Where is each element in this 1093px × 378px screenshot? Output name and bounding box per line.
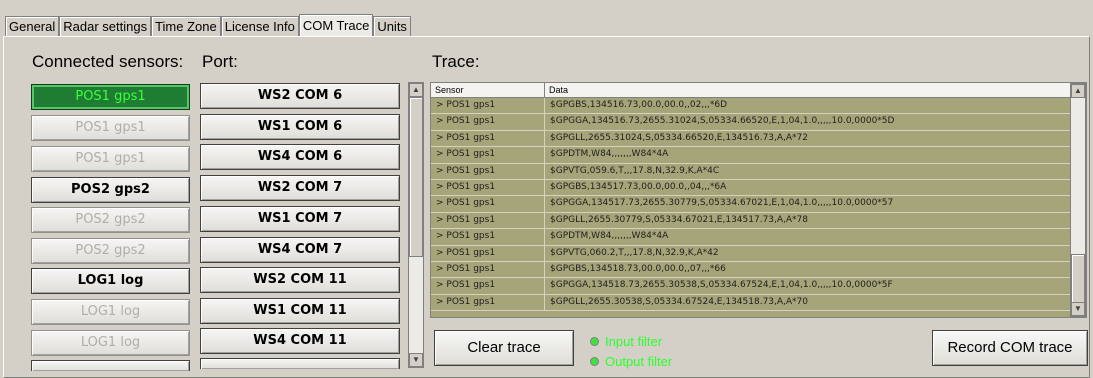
table-row[interactable]: > POS1 gps1 $GPGLL,2655.31024,S,05334.665… xyxy=(431,130,1086,148)
column-header-sensor: Sensor xyxy=(431,83,545,97)
sensor-button[interactable]: POS1 gps1 xyxy=(31,115,190,141)
cell-sensor: > POS1 gps1 xyxy=(431,98,545,114)
cell-data: $GPDTM,W84,,,,,,,W84*4A xyxy=(545,147,1072,163)
port-button[interactable]: WS2 COM 11 xyxy=(200,267,400,293)
cell-sensor: > POS1 gps1 xyxy=(431,163,545,179)
tab-bar: General Radar settings Time Zone License… xyxy=(5,14,411,37)
table-row[interactable]: > POS1 gps1 $GPVTG,059.6,T,,,17.8,N,32.9,… xyxy=(431,163,1086,180)
cell-data: $GPGGA,134518.73,2655.30538,S,05334.6752… xyxy=(545,278,1072,294)
column-header-data: Data xyxy=(545,83,1072,97)
table-row[interactable]: > POS1 gps1 $GPDTM,W84,,,,,,,W84*4A xyxy=(431,229,1086,246)
record-com-trace-button[interactable]: Record COM trace xyxy=(932,330,1088,366)
tab-com-trace[interactable]: COM Trace xyxy=(298,14,374,37)
output-filter-label: Output filter xyxy=(605,354,673,369)
table-row[interactable]: > POS1 gps1 $GPGLL,2655.30538,S,05334.675… xyxy=(431,294,1086,312)
cell-data: $GPGGA,134517.73,2655.30779,S,05334.6702… xyxy=(545,196,1072,212)
cell-sensor: > POS1 gps1 xyxy=(431,212,545,229)
trace-table-header: Sensor Data xyxy=(431,83,1086,98)
clear-trace-button[interactable]: Clear trace xyxy=(434,330,574,366)
port-heading: Port: xyxy=(202,52,238,71)
cell-data: $GPGGA,134516.73,2655.31024,S,05334.6652… xyxy=(545,114,1072,130)
port-button[interactable]: WS4 COM 6 xyxy=(200,144,400,170)
table-row[interactable]: > POS1 gps1 $GPGGA,134516.73,2655.31024,S… xyxy=(431,114,1086,131)
table-row[interactable]: > POS1 gps1 $GPGBS,134517.73,00.0,00.0,,0… xyxy=(431,179,1086,197)
sensor-button[interactable]: POS2 gps2 xyxy=(31,177,190,203)
sensor-button[interactable]: LOG1 log xyxy=(31,330,190,356)
tab-units[interactable]: Units xyxy=(373,16,411,37)
cell-data: $GPGLL,2655.30538,S,05334.67524,E,134518… xyxy=(545,294,1072,311)
tab-time-zone[interactable]: Time Zone xyxy=(151,16,221,37)
cell-sensor: > POS1 gps1 xyxy=(431,147,545,163)
cell-data: $GPGBS,134517.73,00.0,00.0,,04,,,*6A xyxy=(545,179,1072,196)
cell-sensor: > POS1 gps1 xyxy=(431,294,545,311)
radio-dot-icon xyxy=(590,337,599,346)
trace-heading: Trace: xyxy=(432,52,480,71)
input-filter-radio[interactable]: Input filter xyxy=(590,334,662,349)
sensor-list-scrollbar[interactable]: ▲ ▼ xyxy=(408,82,424,368)
table-row[interactable]: > POS1 gps1 $GPGLL,2655.30779,S,05334.670… xyxy=(431,212,1086,230)
trace-table-body: > POS1 gps1 $GPGBS,134516.73,00.0,00.0,,0… xyxy=(431,98,1086,312)
scroll-up-icon[interactable]: ▲ xyxy=(409,83,423,97)
cell-data: $GPGBS,134518.73,00.0,00.0,,07,,,*66 xyxy=(545,261,1072,278)
tab-general[interactable]: General xyxy=(5,16,60,37)
port-button-partial[interactable] xyxy=(200,358,400,369)
tab-radar-settings[interactable]: Radar settings xyxy=(59,16,152,37)
scroll-up-icon[interactable]: ▲ xyxy=(1071,84,1085,98)
cell-sensor: > POS1 gps1 xyxy=(431,179,545,196)
table-row[interactable]: > POS1 gps1 $GPGBS,134518.73,00.0,00.0,,0… xyxy=(431,261,1086,279)
sensor-button[interactable]: LOG1 log xyxy=(31,299,190,325)
scroll-down-icon[interactable]: ▼ xyxy=(409,353,423,367)
cell-sensor: > POS1 gps1 xyxy=(431,245,545,261)
connected-sensors-heading: Connected sensors: xyxy=(32,52,184,71)
port-button[interactable]: WS1 COM 11 xyxy=(200,298,400,324)
cell-sensor: > POS1 gps1 xyxy=(431,114,545,130)
scroll-thumb[interactable] xyxy=(409,97,423,257)
input-filter-label: Input filter xyxy=(605,334,663,349)
cell-data: $GPGLL,2655.30779,S,05334.67021,E,134517… xyxy=(545,212,1072,229)
port-button[interactable]: WS4 COM 11 xyxy=(200,328,400,354)
port-button[interactable]: WS2 COM 6 xyxy=(200,83,400,109)
cell-sensor: > POS1 gps1 xyxy=(431,130,545,147)
cell-data: $GPGLL,2655.31024,S,05334.66520,E,134516… xyxy=(545,130,1072,147)
cell-sensor: > POS1 gps1 xyxy=(431,196,545,212)
table-row[interactable]: > POS1 gps1 $GPDTM,W84,,,,,,,W84*4A xyxy=(431,147,1086,164)
cell-data: $GPVTG,060.2,T,,,17.8,N,32.9,K,A*42 xyxy=(545,245,1072,261)
table-row[interactable]: > POS1 gps1 $GPGGA,134518.73,2655.30538,S… xyxy=(431,278,1086,295)
radio-dot-icon xyxy=(590,357,599,366)
cell-data: $GPVTG,059.6,T,,,17.8,N,32.9,K,A*4C xyxy=(545,163,1072,179)
cell-sensor: > POS1 gps1 xyxy=(431,278,545,294)
cell-sensor: > POS1 gps1 xyxy=(431,229,545,245)
tab-license-info[interactable]: License Info xyxy=(220,16,299,37)
sensor-button[interactable]: POS1 gps1 xyxy=(31,84,190,110)
table-row[interactable]: > POS1 gps1 $GPGGA,134517.73,2655.30779,S… xyxy=(431,196,1086,213)
port-button[interactable]: WS2 COM 7 xyxy=(200,175,400,201)
sensor-button[interactable]: LOG1 log xyxy=(31,268,190,294)
port-button[interactable]: WS1 COM 7 xyxy=(200,206,400,232)
cell-sensor: > POS1 gps1 xyxy=(431,261,545,278)
port-button[interactable]: WS1 COM 6 xyxy=(200,114,400,140)
sensor-button[interactable]: POS2 gps2 xyxy=(31,207,190,233)
cell-data: $GPDTM,W84,,,,,,,W84*4A xyxy=(545,229,1072,245)
trace-table[interactable]: Sensor Data > POS1 gps1 $GPGBS,134516.73,… xyxy=(430,82,1087,318)
table-row[interactable]: > POS1 gps1 $GPGBS,134516.73,00.0,00.0,,0… xyxy=(431,98,1086,115)
sensor-button[interactable]: POS1 gps1 xyxy=(31,146,190,172)
scroll-thumb[interactable] xyxy=(1071,254,1085,304)
table-row[interactable]: > POS1 gps1 $GPVTG,060.2,T,,,17.8,N,32.9,… xyxy=(431,245,1086,262)
trace-scrollbar[interactable]: ▲ ▼ xyxy=(1070,83,1086,317)
sensor-button[interactable]: POS2 gps2 xyxy=(31,238,190,264)
port-button[interactable]: WS4 COM 7 xyxy=(200,237,400,263)
cell-data: $GPGBS,134516.73,00.0,00.0,,02,,,*6D xyxy=(545,98,1072,114)
output-filter-radio[interactable]: Output filter xyxy=(590,354,672,369)
scroll-down-icon[interactable]: ▼ xyxy=(1071,302,1085,316)
sensor-button-partial[interactable] xyxy=(31,360,190,371)
